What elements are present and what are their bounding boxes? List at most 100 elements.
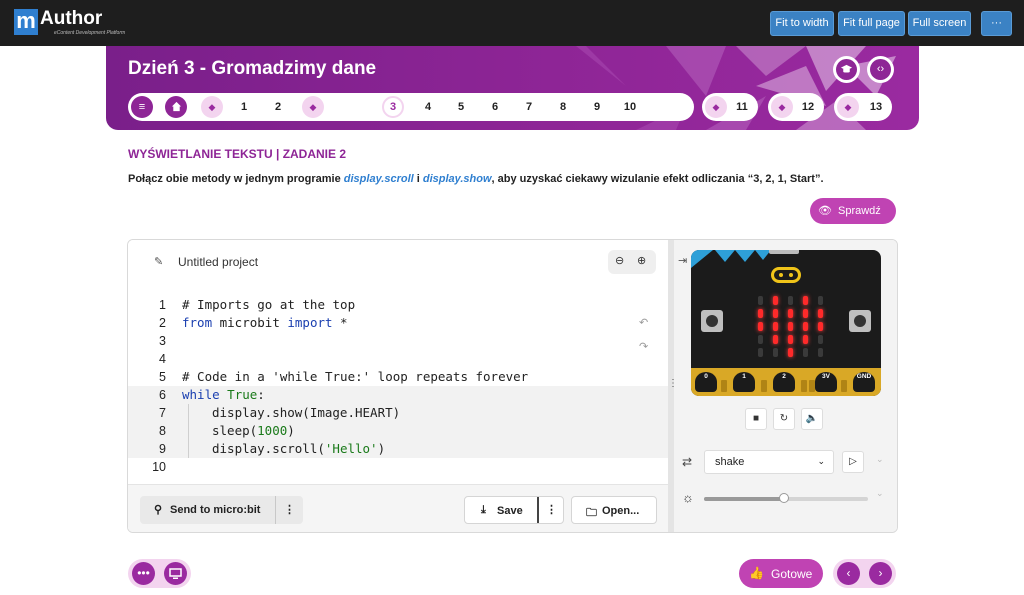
chevron-right-icon: › [878, 566, 883, 580]
send-more-button[interactable]: ⋮ [275, 496, 303, 524]
lesson-banner: Dzień 3 - Gromadzimy dane ‹› ≡ ◆ 1 2 ◆ 3… [106, 46, 919, 130]
home-button[interactable] [165, 96, 187, 118]
code-text: display.show(Image.HEART) [212, 405, 401, 420]
code-text: from microbit import * [182, 315, 348, 330]
page-arrows: ‹ › [833, 559, 896, 588]
touch-logo[interactable] [771, 267, 801, 283]
expand-chevron-icon[interactable]: ⌄ [876, 454, 884, 465]
embed-code-button[interactable]: ‹› [867, 56, 894, 83]
speaker-icon: 🔈 [805, 413, 819, 424]
led [758, 309, 763, 318]
instruction-code-scroll: display.scroll [343, 173, 414, 185]
collapse-simulator-icon[interactable]: ⇥ [678, 254, 687, 267]
page-3-current[interactable]: 3 [382, 96, 404, 118]
menu-button[interactable]: ≡ [131, 96, 153, 118]
save-more-button[interactable]: ⋮ [537, 497, 564, 523]
task-heading: WYŚWIETLANIE TEKSTU | ZADANIE 2 [128, 147, 347, 161]
code-line: 9 display.scroll('Hello') [128, 440, 668, 458]
zoom-out-icon[interactable]: ⊖ [615, 254, 624, 267]
page-4[interactable]: 4 [418, 101, 438, 113]
led [773, 335, 778, 344]
line-number: 4 [159, 352, 166, 366]
open-button[interactable]: 🗀 Open... [571, 496, 657, 524]
stop-icon: ■ [752, 413, 760, 424]
page-13[interactable]: 13 [866, 101, 886, 113]
edge-pin-strip [801, 380, 807, 392]
code-line: 4 [128, 350, 668, 368]
code-line: 1 # Imports go at the top [128, 296, 668, 314]
refresh-icon: ↻ [779, 413, 789, 424]
led [788, 322, 793, 331]
pin-3v[interactable]: 3V [815, 372, 837, 392]
project-title[interactable]: Untitled project [178, 255, 258, 269]
save-button[interactable]: ⤓ Save ⋮ [464, 496, 564, 524]
page-2[interactable]: 2 [268, 101, 288, 113]
page-11[interactable]: 11 [732, 101, 752, 113]
light-slider-handle[interactable] [779, 493, 790, 503]
page-13-pill[interactable]: ◆ 13 [834, 93, 892, 121]
send-gesture-button[interactable]: ▷ [842, 451, 864, 473]
pin-gnd[interactable]: GND [853, 372, 875, 392]
page-7[interactable]: 7 [519, 101, 539, 113]
page-12-pill[interactable]: ◆ 12 [768, 93, 824, 121]
more-tools-button[interactable]: ••• [132, 562, 155, 585]
previous-page-button[interactable]: ‹ [837, 562, 860, 585]
page-11-pill[interactable]: ◆ 11 [702, 93, 758, 121]
led [803, 296, 808, 305]
done-label: Gotowe [771, 567, 813, 581]
led [758, 296, 763, 305]
indent-guide [188, 404, 189, 458]
gesture-select[interactable]: shake ⌄ [704, 450, 834, 474]
teacher-view-button[interactable] [833, 56, 860, 83]
page-8[interactable]: 8 [553, 101, 573, 113]
page-5[interactable]: 5 [451, 101, 471, 113]
fit-to-width-button[interactable]: Fit to width [770, 11, 834, 36]
save-label: Save [497, 505, 523, 517]
page-12[interactable]: 12 [798, 101, 818, 113]
redo-icon[interactable]: ↷ [639, 340, 648, 353]
logo-m: m [14, 9, 38, 35]
pin-2[interactable]: 2 [773, 372, 795, 392]
led [788, 309, 793, 318]
button-b[interactable] [849, 310, 871, 332]
led [773, 348, 778, 357]
expand-chevron-icon[interactable]: ⌄ [876, 488, 884, 499]
led [818, 322, 823, 331]
full-screen-button[interactable]: Full screen [908, 11, 971, 36]
pencil-icon[interactable]: ✎ [154, 255, 163, 268]
edge-pin-strip [841, 380, 847, 392]
done-button[interactable]: 👍 Gotowe [739, 559, 823, 588]
restart-button[interactable]: ↻ [773, 408, 795, 430]
home-icon [171, 101, 181, 112]
send-to-microbit-button[interactable]: ⚲ Send to micro:bit ⋮ [140, 496, 303, 524]
page-1[interactable]: 1 [234, 101, 254, 113]
resource-page-button[interactable]: ◆ [201, 96, 223, 118]
next-page-button[interactable]: › [869, 562, 892, 585]
pin-1[interactable]: 1 [733, 372, 755, 392]
led [773, 296, 778, 305]
code-text: # Code in a 'while True:' loop repeats f… [182, 369, 529, 384]
present-button[interactable] [164, 562, 187, 585]
check-button[interactable]: 👁 Sprawdź [810, 198, 896, 224]
sound-button[interactable]: 🔈 [801, 408, 823, 430]
stop-button[interactable]: ■ [745, 408, 767, 430]
hamburger-icon: ≡ [138, 101, 146, 113]
undo-icon[interactable]: ↶ [639, 316, 648, 329]
light-slider[interactable] [704, 493, 868, 503]
zoom-in-icon[interactable]: ⊕ [637, 254, 646, 267]
sun-icon: ☼ [682, 490, 694, 505]
edge-pin-strip [761, 380, 767, 392]
page-9[interactable]: 9 [587, 101, 607, 113]
page-10[interactable]: 10 [620, 101, 640, 113]
fit-full-page-button[interactable]: Fit full page [838, 11, 905, 36]
pin-0[interactable]: 0 [695, 372, 717, 392]
puzzle-icon: ◆ [208, 102, 216, 112]
instruction-part-2: i [413, 173, 423, 185]
resource-page-button-2[interactable]: ◆ [302, 96, 324, 118]
page-6[interactable]: 6 [485, 101, 505, 113]
graduation-cap-icon [836, 59, 857, 80]
task-instruction: Połącz obie metody w jednym programie di… [128, 173, 824, 185]
button-a[interactable] [701, 310, 723, 332]
line-number: 6 [159, 388, 166, 402]
more-options-button[interactable]: ··· [981, 11, 1012, 36]
